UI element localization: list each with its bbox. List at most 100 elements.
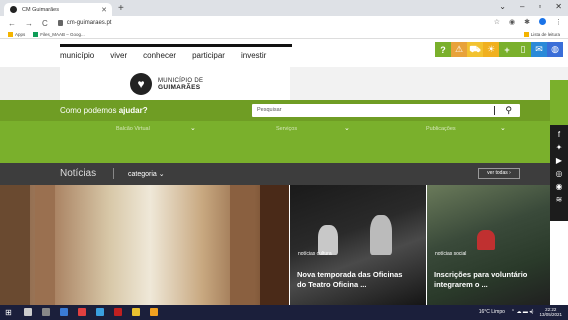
menu-item-participar[interactable]: participar [192, 51, 225, 60]
url-field[interactable]: cm-guimaraes.pt [57, 20, 112, 26]
news-tag: notícias cultura [298, 251, 332, 257]
reading-list[interactable]: Lista de leitura [523, 31, 560, 37]
close-window-button[interactable]: ✕ [555, 2, 562, 11]
app-icon[interactable] [78, 308, 86, 316]
task-view-icon[interactable] [42, 308, 50, 316]
menu-dots-icon[interactable]: ⋮ [555, 18, 562, 26]
news-title[interactable]: Inscrições para voluntário integrarem o .… [434, 270, 527, 290]
puzzle-icon[interactable]: ✱ [524, 18, 530, 26]
maximize-button[interactable]: ▫ [538, 2, 541, 11]
card-figure [370, 215, 392, 255]
reload-button[interactable]: C [42, 19, 48, 28]
back-button[interactable]: ← [8, 19, 16, 28]
category-dropdown[interactable]: categoria ⌄ [128, 170, 165, 178]
search-divider [494, 106, 495, 115]
hero-image-library[interactable] [0, 185, 289, 305]
extension-icon[interactable]: ◉ [509, 18, 515, 26]
chevron-down-icon[interactable]: ⌄ [500, 124, 506, 132]
new-tab-button[interactable]: + [118, 3, 124, 14]
heart-logo-icon: ♥ [130, 73, 152, 95]
app-icon[interactable] [114, 308, 122, 316]
browser-tab[interactable]: CM Guimarães ✕ [4, 3, 112, 16]
globe-icon[interactable]: ◍ [547, 42, 563, 57]
news-bar: Notícias categoria ⌄ ver todas › [0, 163, 568, 185]
menu-item-viver[interactable]: viver [110, 51, 127, 60]
health-icon[interactable]: + [499, 42, 515, 57]
windows-taskbar: ⊞ 16°C Limpo ⌃ ☁ ▬ ◂) 22:22 13/05/2021 [0, 305, 568, 320]
clock[interactable]: 22:22 13/05/2021 [539, 307, 562, 317]
news-divider [113, 168, 114, 179]
app-icon[interactable] [96, 308, 104, 316]
minimize-button[interactable]: – [520, 2, 524, 11]
bookmark-files[interactable]: Files_MAAB – Goog... [33, 31, 85, 37]
car-icon[interactable]: ⛟ [467, 42, 483, 57]
accessibility-toolbar: ? ⚠ ⛟ ☀ + ▯ ✉ ◍ [435, 42, 563, 57]
warning-icon[interactable]: ⚠ [451, 42, 467, 57]
chevron-down-icon[interactable]: ⌄ [499, 2, 506, 11]
quick-link-publicacoes[interactable]: Publicações [426, 126, 456, 132]
news-card[interactable]: notícias cultura Nova temporada das Ofic… [290, 185, 426, 305]
close-tab-icon[interactable]: ✕ [101, 6, 107, 14]
address-bar-row: ← → C cm-guimaraes.pt [0, 16, 568, 30]
shelf [35, 185, 55, 305]
chevron-down-icon[interactable]: ⌄ [190, 124, 196, 132]
tab-title: CM Guimarães [22, 6, 59, 13]
instagram-icon[interactable]: ◎ [556, 169, 563, 178]
bookmark-apps[interactable]: Apps [8, 31, 25, 37]
bookmarks-bar: Apps Files_MAAB – Goog... Lista de leitu… [0, 30, 568, 39]
menu-item-municipio[interactable]: município [60, 51, 94, 60]
menu-item-investir[interactable]: investir [241, 51, 266, 60]
chevron-down-icon[interactable]: ⌄ [344, 124, 350, 132]
folder-icon[interactable] [132, 308, 140, 316]
header-gray-panel [290, 67, 568, 100]
browser-tabbar: CM Guimarães ✕ + ⌄ – ▫ ✕ [0, 0, 568, 16]
social-sidebar: f ✦ ▶ ◎ ◉ ≋ [550, 125, 568, 221]
drive-icon [33, 31, 39, 37]
windows-start-icon[interactable]: ⊞ [5, 308, 12, 317]
chrome-icon[interactable] [150, 308, 158, 316]
shelf [230, 185, 255, 305]
news-tag: notícias social [435, 251, 467, 257]
side-green-strip [550, 80, 568, 125]
lock-icon [57, 20, 63, 26]
quick-link-servicos[interactable]: Serviços [276, 126, 297, 132]
site-favicon [10, 6, 17, 13]
site-search[interactable]: Pesquisar ⚲ [252, 104, 520, 117]
url-text: cm-guimaraes.pt [66, 20, 112, 26]
news-card[interactable]: notícias social Inscrições para voluntár… [427, 185, 550, 305]
twitter-icon[interactable]: ✦ [556, 143, 563, 152]
quick-link-balcao[interactable]: Balcão Virtual [116, 126, 150, 132]
main-menu: município viver conhecer participar inve… [60, 44, 292, 64]
rss-icon[interactable]: ≋ [556, 195, 563, 204]
search-row: Como podemos ajudar? Pesquisar ⚲ [0, 100, 568, 121]
facebook-icon[interactable]: f [558, 130, 560, 139]
see-all-news-button[interactable]: ver todas › [478, 168, 520, 179]
news-title[interactable]: Nova temporada das Oficinas do Teatro Ofi… [297, 270, 402, 290]
star-icon[interactable]: ☆ [494, 18, 500, 26]
tray-icons[interactable]: ⌃ ☁ ▬ ◂) [511, 309, 534, 315]
window-controls: ⌄ – ▫ ✕ [499, 2, 562, 11]
menu-item-conhecer[interactable]: conhecer [143, 51, 176, 60]
weather-icon[interactable]: ☀ [483, 42, 499, 57]
flickr-icon[interactable]: ◉ [556, 182, 563, 191]
extensions-area: ☆ ◉ ✱ ⋮ [494, 18, 562, 26]
mail-icon[interactable]: ✉ [531, 42, 547, 57]
search-input[interactable]: Pesquisar [257, 107, 281, 113]
taskbar-apps [24, 308, 158, 316]
youtube-icon[interactable]: ▶ [556, 156, 562, 165]
help-icon[interactable]: ? [435, 42, 451, 57]
logo-text: MUNICÍPIO DE GUIMARÃES [158, 77, 204, 91]
shelf-left [0, 185, 30, 305]
system-tray: 16°C Limpo ⌃ ☁ ▬ ◂) 22:22 13/05/2021 [479, 307, 562, 317]
shelf-right [260, 185, 289, 305]
search-icon[interactable]: ⚲ [505, 105, 512, 116]
search-icon[interactable] [24, 308, 32, 316]
site-logo[interactable]: ♥ MUNICÍPIO DE GUIMARÃES [130, 73, 203, 95]
profile-avatar[interactable] [539, 18, 546, 25]
app-icon[interactable] [60, 308, 68, 316]
forward-button[interactable]: → [25, 19, 33, 28]
weather-widget[interactable]: 16°C Limpo [479, 309, 505, 315]
phone-icon[interactable]: ▯ [515, 42, 531, 57]
nav-buttons: ← → C [8, 19, 48, 28]
quick-links: Balcão Virtual ⌄ Serviços ⌄ Publicações … [0, 121, 568, 163]
